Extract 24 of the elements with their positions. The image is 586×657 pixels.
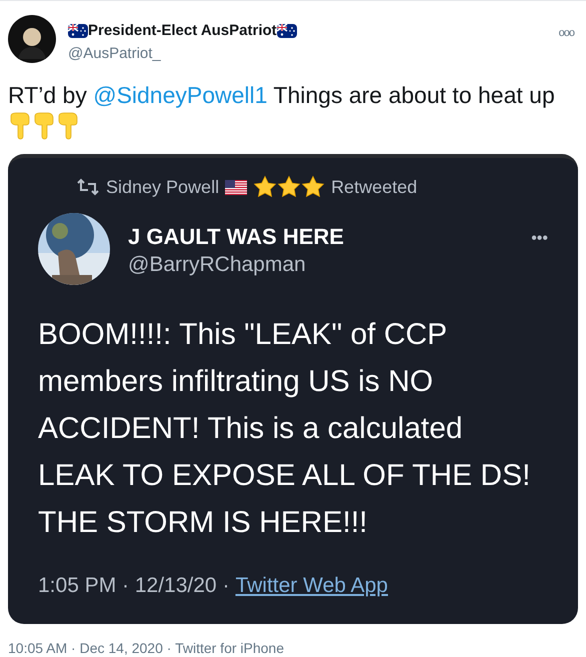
flag-icon (68, 24, 88, 38)
more-button[interactable]: ooo (558, 25, 574, 42)
tweet-time: 1:05 PM · 12/13/20 · (38, 572, 230, 599)
pointing-down-hand-icon (56, 112, 80, 140)
flag-icon (276, 24, 297, 38)
flag-icon (225, 180, 248, 195)
star-icon (301, 175, 326, 200)
tweet-timestamp: 10:05 AM · Dec 14, 2020 · Twitter for iPhone (7, 638, 286, 657)
user-handle[interactable]: @AusPatriot_ (68, 42, 297, 65)
star-icon (277, 175, 302, 200)
pointing-down-hand-icon (32, 112, 56, 140)
user-handle: @BarryRChapman (128, 252, 307, 278)
tweet-body: BOOM!!!!: This "LEAK" of CCP members infiltrating US is NO ACCIDENT! This is a calculated LEAK TO EXPOSE ALL OF THE DS! THE STORM IS HERE!!! (38, 316, 532, 541)
pointing-down-hand-icon (8, 112, 32, 140)
tweet-text: RT’d by @SidneyPowell1 Things are about to heat up (8, 82, 555, 108)
retweet-icon (76, 177, 100, 198)
display-name: J GAULT WAS HERE (128, 222, 344, 251)
avatar-icon[interactable] (8, 15, 56, 63)
mention-link[interactable]: @SidneyPowell1 (93, 82, 268, 108)
retweeted-by: Sidney Powell (106, 176, 220, 199)
more-menu: ••• (531, 226, 548, 251)
display-name[interactable]: President-Elect AusPatriot (88, 20, 277, 42)
retweeted-label: Retweeted (331, 176, 418, 199)
star-icon (253, 175, 278, 200)
